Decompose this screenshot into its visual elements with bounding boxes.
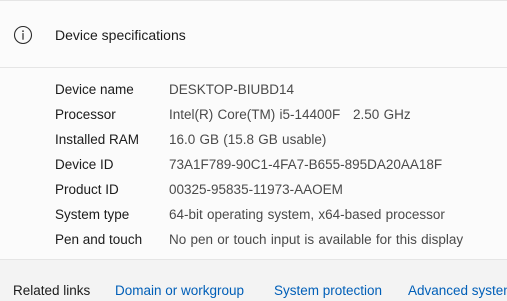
spec-label: Installed RAM (55, 132, 140, 147)
spec-value: 73A1F789-90C1-4FA7-B655-895DA20AA18F (169, 157, 443, 172)
spec-row-product-id: Product ID 00325-95835-11973-AAOEM (0, 178, 507, 203)
info-icon (13, 25, 33, 45)
spec-label: Product ID (55, 182, 119, 197)
related-links-bar: Related links Domain or workgroup System… (0, 259, 507, 301)
spec-row-processor: Processor Intel(R) Core(TM) i5-14400F 2.… (0, 103, 507, 128)
system-protection-link[interactable]: System protection (274, 282, 382, 300)
spec-label: Device name (55, 82, 134, 97)
spec-row-pen-and-touch: Pen and touch No pen or touch input is a… (0, 228, 507, 253)
spec-label: Processor (55, 107, 116, 122)
spec-row-system-type: System type 64-bit operating system, x64… (0, 203, 507, 228)
domain-or-workgroup-link[interactable]: Domain or workgroup (115, 282, 244, 300)
device-specifications-header[interactable]: Device specifications (0, 1, 507, 68)
spec-value: 00325-95835-11973-AAOEM (169, 182, 343, 197)
spec-label: System type (55, 207, 130, 222)
spec-label: Pen and touch (55, 232, 143, 247)
settings-window: Device specifications Device name DESKTO… (0, 0, 507, 301)
advanced-system-settings-link[interactable]: Advanced system settings (408, 282, 507, 300)
section-title: Device specifications (55, 27, 186, 43)
spec-row-device-id: Device ID 73A1F789-90C1-4FA7-B655-895DA2… (0, 153, 507, 178)
spec-value: 16.0 GB (15.8 GB usable) (169, 132, 327, 147)
spec-value: Intel(R) Core(TM) i5-14400F 2.50 GHz (169, 107, 411, 122)
spec-label: Device ID (55, 157, 114, 172)
spec-value: No pen or touch input is available for t… (169, 232, 464, 247)
spec-row-installed-ram: Installed RAM 16.0 GB (15.8 GB usable) (0, 128, 507, 153)
spec-value: DESKTOP-BIUBD14 (169, 82, 295, 97)
related-links-title: Related links (13, 283, 91, 298)
spec-value: 64-bit operating system, x64-based proce… (169, 207, 445, 222)
spec-row-device-name: Device name DESKTOP-BIUBD14 (0, 78, 507, 103)
